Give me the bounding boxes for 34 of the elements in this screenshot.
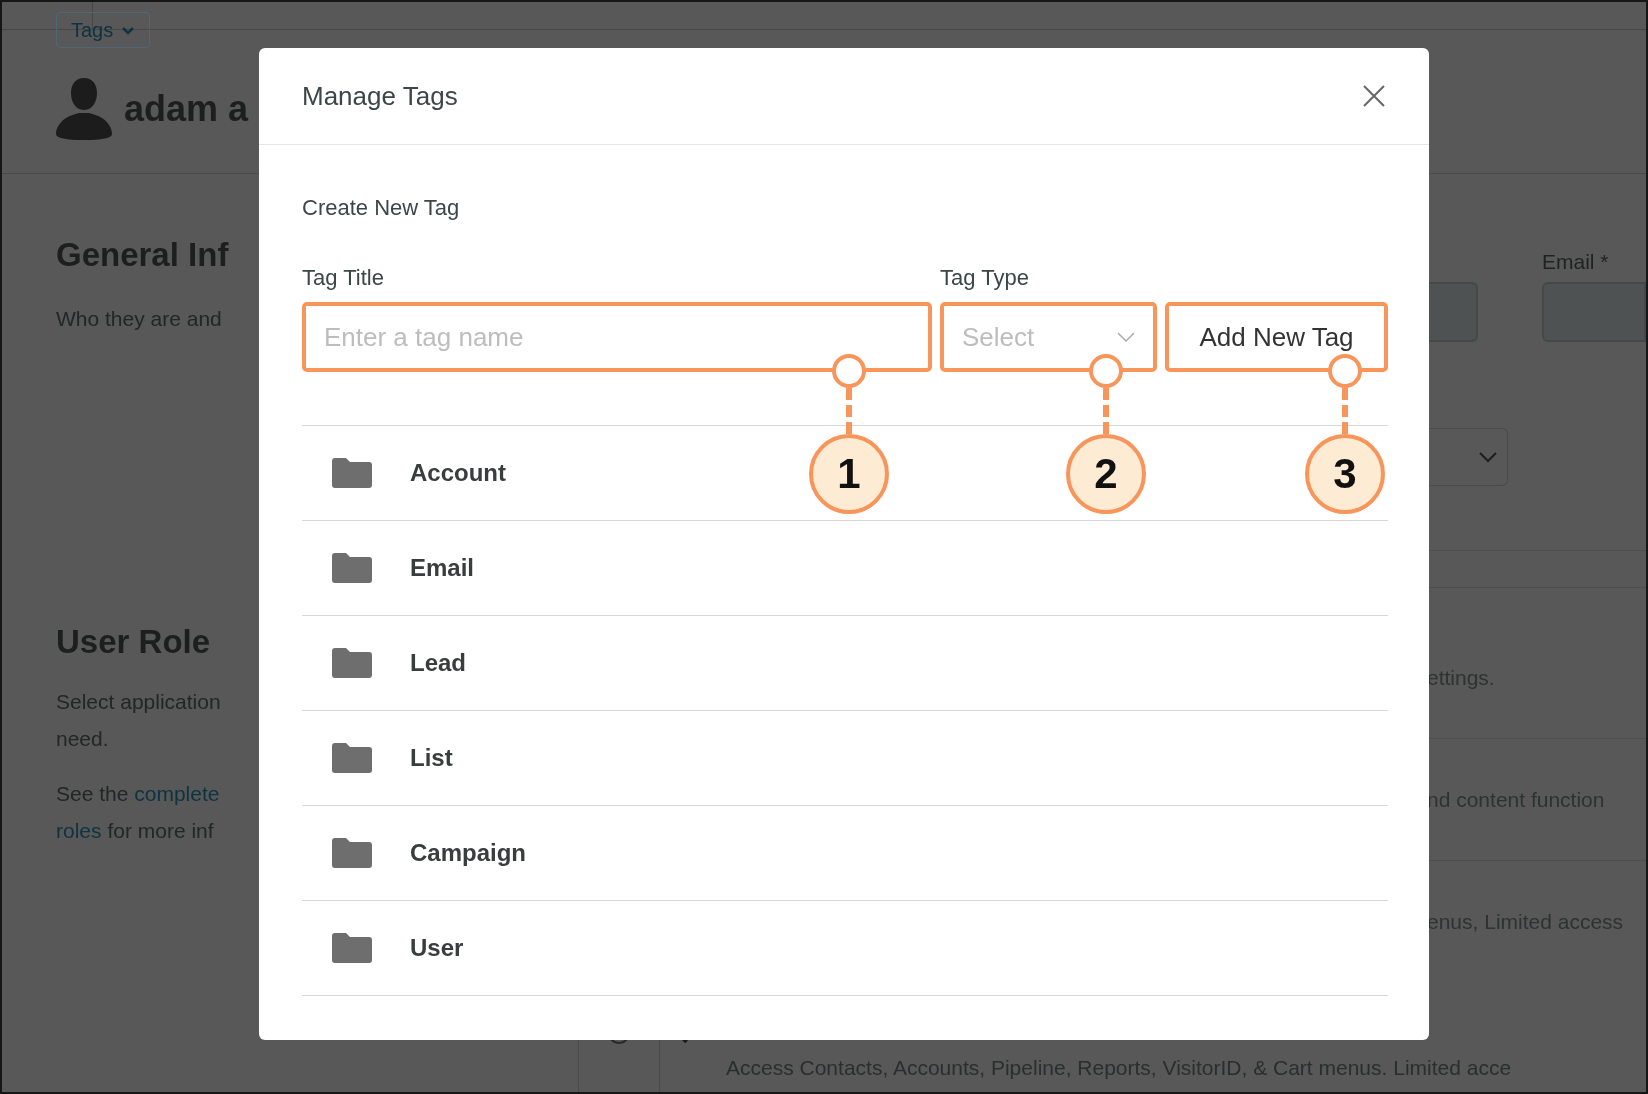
input-field[interactable]	[1427, 282, 1478, 342]
close-icon	[1363, 85, 1385, 107]
user-name: adam a	[124, 88, 249, 130]
callout-number: 2	[1066, 434, 1146, 514]
tag-list-item[interactable]: Campaign	[302, 806, 1388, 901]
section-title: Create New Tag	[302, 194, 461, 222]
callout-number: 1	[809, 434, 889, 514]
chevron-down-icon	[1117, 332, 1135, 342]
callout-pin	[1328, 354, 1362, 388]
callout-pin	[832, 354, 866, 388]
add-new-tag-button[interactable]: Add New Tag	[1165, 302, 1388, 372]
dialog-title: Manage Tags	[302, 80, 458, 112]
callout-number: 3	[1305, 434, 1385, 514]
folder-icon	[332, 553, 372, 583]
section-heading: User Role	[56, 623, 212, 661]
folder-icon	[332, 933, 372, 963]
callout-pin	[1089, 354, 1123, 388]
tag-title-input[interactable]: Enter a tag name	[302, 302, 932, 372]
caret-icon	[121, 25, 136, 35]
section-heading: General Inf	[56, 236, 230, 274]
field-label: Tag Type	[940, 264, 1030, 292]
tag-list-item[interactable]: User	[302, 901, 1388, 996]
folder-icon	[332, 648, 372, 678]
folder-icon	[332, 743, 372, 773]
folder-icon	[332, 838, 372, 868]
tag-list-item[interactable]: Lead	[302, 616, 1388, 711]
tag-list-item[interactable]: List	[302, 711, 1388, 806]
avatar-icon	[56, 78, 112, 140]
email-input[interactable]	[1542, 282, 1646, 342]
field-label: Tag Title	[302, 264, 385, 292]
chevron-down-icon	[1479, 451, 1497, 463]
folder-icon	[332, 458, 372, 488]
email-label: Email *	[1542, 250, 1610, 274]
tag-list-item[interactable]: Email	[302, 521, 1388, 616]
